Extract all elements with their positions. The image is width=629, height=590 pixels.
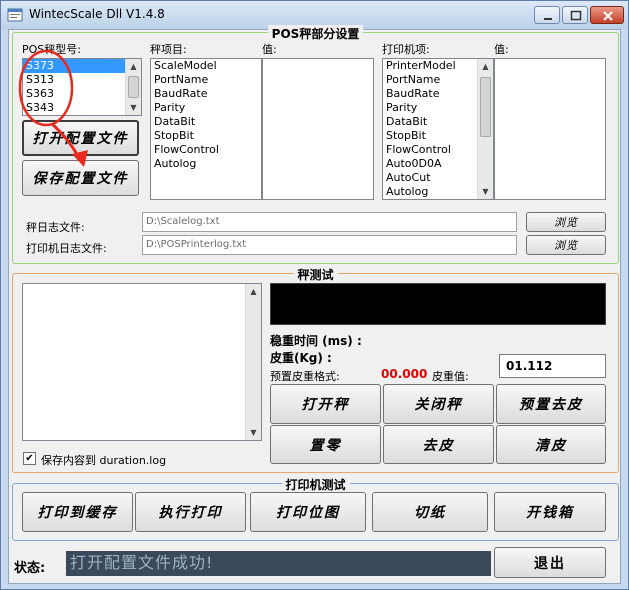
model-item[interactable]: S363 bbox=[23, 87, 141, 101]
scale-log-output[interactable]: ▲ ▼ bbox=[22, 283, 262, 441]
maximize-icon bbox=[570, 10, 582, 21]
model-scrollbar[interactable]: ▲ ▼ bbox=[125, 59, 141, 115]
model-item[interactable]: S373 bbox=[23, 59, 141, 73]
preset-tare-button[interactable]: 预置去皮 bbox=[496, 384, 606, 424]
list-item[interactable]: ScaleModel bbox=[151, 59, 261, 73]
close-scale-button[interactable]: 关闭秤 bbox=[383, 384, 494, 424]
scroll-thumb[interactable] bbox=[128, 76, 139, 98]
printer-log-label: 打印机日志文件: bbox=[26, 242, 107, 255]
pos-settings-title: POS秤部分设置 bbox=[267, 25, 364, 42]
model-label: POS秤型号: bbox=[22, 43, 81, 56]
scale-log-browse-button[interactable]: 浏览 bbox=[526, 212, 606, 232]
output-scrollbar[interactable]: ▲ ▼ bbox=[245, 284, 261, 440]
scroll-up-icon[interactable]: ▲ bbox=[126, 59, 141, 74]
printer-items-label: 打印机项: bbox=[382, 43, 430, 56]
close-icon bbox=[603, 11, 613, 21]
tare-value-label: 皮重值: bbox=[432, 370, 469, 383]
scroll-down-icon[interactable]: ▼ bbox=[246, 425, 261, 440]
printer-value-listbox[interactable] bbox=[494, 58, 606, 200]
scale-test-title: 秤测试 bbox=[293, 266, 338, 283]
scroll-up-icon[interactable]: ▲ bbox=[246, 284, 261, 299]
tare-kg-label: 皮重(Kg) : bbox=[270, 351, 332, 365]
print-to-buffer-button[interactable]: 打印到缓存 bbox=[22, 492, 133, 532]
status-label: 状态: bbox=[14, 561, 46, 576]
zero-button[interactable]: 置零 bbox=[270, 425, 381, 464]
preset-tare-format-label: 预置皮重格式: bbox=[270, 370, 340, 383]
maximize-button[interactable] bbox=[562, 6, 588, 24]
scale-log-field[interactable]: D:\Scalelog.txt bbox=[142, 212, 517, 232]
clear-tare-button[interactable]: 清皮 bbox=[496, 425, 606, 464]
scale-value-label: 值: bbox=[262, 43, 277, 56]
close-button[interactable] bbox=[590, 6, 624, 24]
printer-items-listbox[interactable]: PrinterModel PortName BaudRate Parity Da… bbox=[382, 58, 494, 200]
scale-value-listbox[interactable] bbox=[262, 58, 374, 200]
tare-value-input[interactable]: 01.112 bbox=[499, 354, 606, 378]
minimize-icon bbox=[544, 18, 552, 20]
list-item[interactable]: FlowControl bbox=[151, 143, 261, 157]
printer-log-field[interactable]: D:\POSPrinterlog.txt bbox=[142, 235, 517, 255]
open-scale-button[interactable]: 打开秤 bbox=[270, 384, 381, 424]
save-duration-label: 保存内容到 duration.log bbox=[41, 454, 167, 467]
scroll-up-icon[interactable]: ▲ bbox=[478, 59, 493, 74]
printer-test-title: 打印机测试 bbox=[281, 476, 350, 493]
minimize-button[interactable] bbox=[534, 6, 560, 24]
preset-tare-value: 00.000 bbox=[381, 367, 428, 381]
printer-items-scrollbar[interactable]: ▲ ▼ bbox=[477, 59, 493, 199]
cut-paper-button[interactable]: 切纸 bbox=[372, 492, 488, 532]
print-bitmap-button[interactable]: 打印位图 bbox=[250, 492, 366, 532]
printer-value-label: 值: bbox=[494, 43, 509, 56]
scale-items-label: 秤项目: bbox=[150, 43, 187, 56]
tare-button[interactable]: 去皮 bbox=[383, 425, 494, 464]
open-config-button[interactable]: 打开配置文件 bbox=[22, 120, 139, 156]
open-cash-drawer-button[interactable]: 开钱箱 bbox=[494, 492, 606, 532]
save-config-button[interactable]: 保存配置文件 bbox=[22, 160, 139, 196]
scroll-down-icon[interactable]: ▼ bbox=[126, 100, 141, 115]
scroll-down-icon[interactable]: ▼ bbox=[478, 184, 493, 199]
app-icon bbox=[7, 8, 23, 22]
scroll-thumb[interactable] bbox=[480, 77, 491, 137]
scale-items-listbox[interactable]: ScaleModel PortName BaudRate Parity Data… bbox=[150, 58, 262, 200]
weight-display bbox=[270, 283, 606, 325]
list-item[interactable]: DataBit bbox=[151, 115, 261, 129]
list-item[interactable]: Parity bbox=[151, 101, 261, 115]
save-duration-checkbox[interactable]: ✔ bbox=[23, 452, 36, 465]
list-item[interactable]: Autolog bbox=[151, 157, 261, 171]
model-listbox[interactable]: S373 S313 S363 S343 ▲ ▼ bbox=[22, 58, 142, 116]
window-title: WintecScale Dll V1.4.8 bbox=[29, 7, 165, 21]
list-item[interactable]: PortName bbox=[151, 73, 261, 87]
list-item[interactable]: StopBit bbox=[151, 129, 261, 143]
execute-print-button[interactable]: 执行打印 bbox=[135, 492, 246, 532]
stable-weight-label: 稳重时间 (ms) : bbox=[270, 334, 362, 348]
list-item[interactable]: BaudRate bbox=[151, 87, 261, 101]
status-message: 打开配置文件成功! bbox=[66, 551, 491, 576]
model-item[interactable]: S343 bbox=[23, 101, 141, 115]
printer-log-browse-button[interactable]: 浏览 bbox=[526, 235, 606, 255]
model-item[interactable]: S313 bbox=[23, 73, 141, 87]
exit-button[interactable]: 退出 bbox=[494, 547, 606, 578]
scale-log-label: 秤日志文件: bbox=[26, 221, 85, 234]
